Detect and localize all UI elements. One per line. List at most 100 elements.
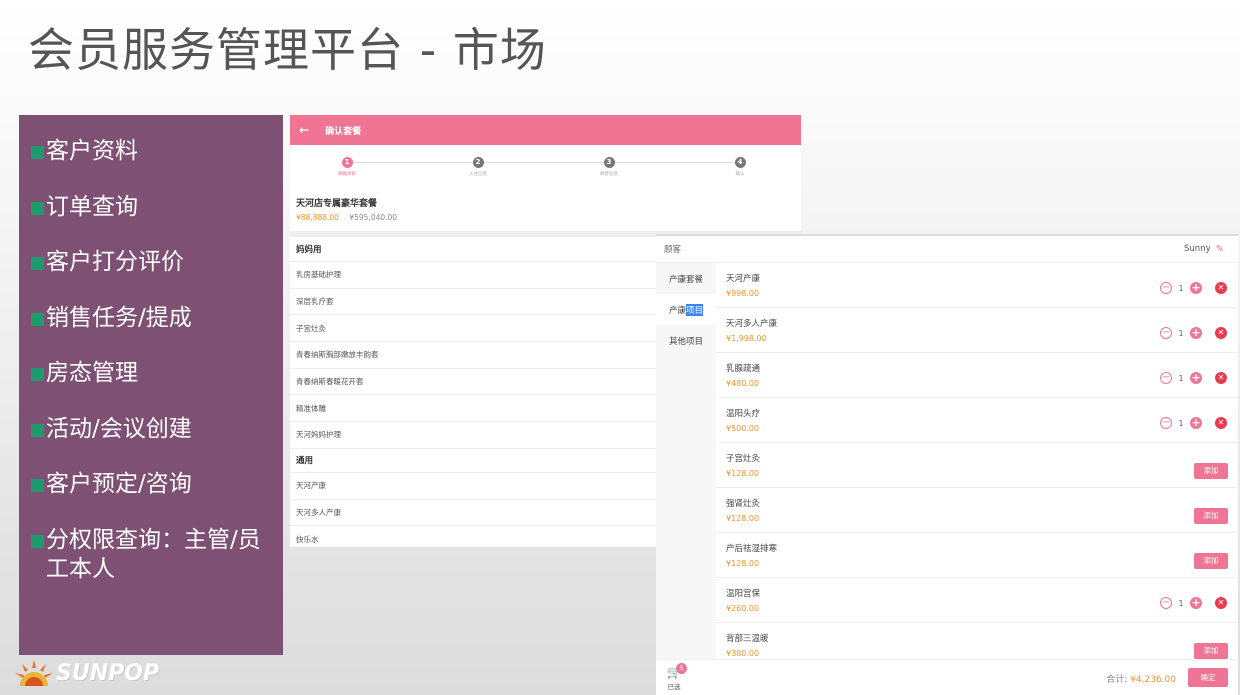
bullet-icon [31,201,44,215]
customer-name: Sunny [1184,244,1211,254]
remove-icon[interactable]: ✕ [1215,282,1227,294]
plus-icon[interactable]: + [1190,327,1202,339]
list-item: 强肾灶灸 ¥128.00 添加 [716,488,1238,533]
menu-item-customer-rating: 客户打分评价 [19,248,283,277]
step-number: 3 [603,157,615,168]
plus-icon[interactable]: + [1190,372,1202,384]
remove-icon[interactable]: ✕ [1215,417,1227,429]
bullet-icon [31,534,44,548]
quantity-stepper: −1 + ✕ [1160,372,1227,384]
plus-icon[interactable]: + [1190,597,1202,609]
add-button[interactable]: 添加 [1194,463,1228,479]
menu-item-sales-task: 销售任务/提成 [19,304,283,333]
tab-label: 产康 [668,305,686,316]
plus-icon[interactable]: + [1190,282,1202,294]
menu-item-event-creation: 活动/会议创建 [19,415,283,444]
add-button[interactable]: 添加 [1194,643,1228,659]
item-name: 强肾灶灸 [726,499,761,509]
cart-label: 已选 [667,683,681,691]
original-price: ¥595,040.00 [349,213,398,222]
checkout-bar: 🛒 5 已选 合计: ¥4,236.00 确定 [656,659,1238,695]
minus-icon[interactable]: − [1160,282,1172,294]
item-price: ¥128.00 [726,514,760,523]
app-header: ← 确认套餐 [290,115,801,145]
tab-postpartum-items[interactable]: 产康 项目 [656,294,716,325]
list-item: 温阳宫保 ¥260.00−1 + ✕ [716,578,1238,623]
menu-item-label: 客户预定/咨询 [46,471,192,497]
item-list: 天河产康 ¥998.00−1 + ✕ 天河多人产康 ¥1,998.00−1 + ✕ 乳腺疏通 ¥4… [716,263,1238,668]
header-title: 确认套餐 [325,126,362,137]
menu-item-room-status: 房态管理 [19,359,283,388]
bullet-icon [31,146,44,159]
menu-item-label: 房态管理 [46,360,138,386]
package-summary: 天河店专属豪华套餐 ¥88,888.00 ¥595,040.00 [290,193,801,231]
edit-pencil-icon[interactable]: ✎ [1216,244,1224,255]
cart-button[interactable]: 🛒 5 已选 [664,663,687,691]
step-1: 1 确确项目 [317,157,377,177]
remove-icon[interactable]: ✕ [1215,327,1227,339]
plus-icon[interactable]: + [1190,417,1202,429]
minus-icon[interactable]: − [1160,327,1172,339]
step-number: 2 [472,157,484,168]
step-3: 3 顾客信息 [579,157,639,177]
quantity-value: 1 [1178,373,1184,383]
list-item: 乳腺疏通 ¥480.00−1 + ✕ [716,353,1238,398]
item-selection-screen: 顾客 Sunny ✎ 产康套餐 产康 项目 其他项目 天河产康 ¥998.00−1 +… [656,234,1238,695]
menu-item-label: 客户资料 [46,138,138,164]
list-item: 天河多人产康 ¥1,998.00−1 + ✕ [716,308,1238,353]
bullet-icon [31,257,44,270]
item-name: 背部三温暖 [726,634,769,644]
add-button[interactable]: 添加 [1194,508,1228,524]
menu-item-order-query: 订单查询 [19,193,283,222]
quantity-value: 1 [1178,598,1184,608]
selection-body: 产康套餐 产康 项目 其他项目 天河产康 ¥998.00−1 + ✕ 天河多人产康 ¥1,9… [656,263,1238,668]
step-label: 确确项目 [338,172,356,177]
item-name: 子宫灶灸 [726,454,761,464]
customer-bar: 顾客 Sunny ✎ [656,236,1238,263]
quantity-value: 1 [1178,283,1184,293]
quantity-stepper: −1 + ✕ [1160,282,1227,294]
step-label: 确认 [735,172,745,177]
tab-postpartum-package[interactable]: 产康套餐 [656,263,716,294]
list-item: 温阳头疗 ¥500.00−1 + ✕ [716,398,1238,443]
customer-label: 顾客 [664,245,682,255]
customer-info: Sunny ✎ [1184,244,1224,255]
back-arrow-icon[interactable]: ← [299,123,309,137]
confirm-button[interactable]: 确定 [1188,668,1228,687]
bullet-icon [31,423,44,437]
total-amount: ¥4,236.00 [1130,675,1176,685]
total-label: 合计: [1106,675,1128,685]
sale-price: ¥88,888.00 [296,213,339,222]
menu-item-booking: 客户预定/咨询 [19,470,283,499]
step-number: 4 [734,157,746,168]
tab-other-items[interactable]: 其他项目 [656,325,716,356]
menu-item-label: 分权限查询：主管/员工本人 [46,526,261,582]
menu-item-label: 销售任务/提成 [46,304,192,331]
menu-item-customer-info: 客户资料 [19,137,283,166]
minus-icon[interactable]: − [1160,372,1172,384]
menu-item-label: 订单查询 [46,193,138,220]
item-price: ¥128.00 [726,469,760,478]
menu-item-permission-query: 分权限查询：主管/员工本人 [19,526,283,584]
minus-icon[interactable]: − [1160,597,1172,609]
sun-logo-icon [15,660,53,686]
step-label: 顾客信息 [600,172,618,177]
item-price: ¥380.00 [726,649,760,658]
bullet-icon [31,479,44,492]
remove-icon[interactable]: ✕ [1215,597,1227,609]
menu-item-label: 活动/会议创建 [46,415,192,442]
list-item: 产后祛湿排寒 ¥128.00 添加 [716,533,1238,578]
logo-text: SUNPOP [56,660,160,686]
add-button[interactable]: 添加 [1194,553,1228,569]
stepper-line [347,162,740,163]
bullet-icon [31,312,44,326]
quantity-value: 1 [1178,328,1184,338]
list-item: 子宫灶灸 ¥128.00 添加 [716,443,1238,488]
remove-icon[interactable]: ✕ [1215,372,1227,384]
section-title: 妈妈用 [296,245,322,255]
quantity-stepper: −1 + ✕ [1160,417,1227,429]
bullet-icon [31,368,44,381]
minus-icon[interactable]: − [1160,417,1172,429]
feature-menu: 客户资料 订单查询 客户打分评价 销售任务/提成 房态管理 活动/会议创建 客户… [19,115,283,655]
step-label: 入住信息 [469,172,487,177]
